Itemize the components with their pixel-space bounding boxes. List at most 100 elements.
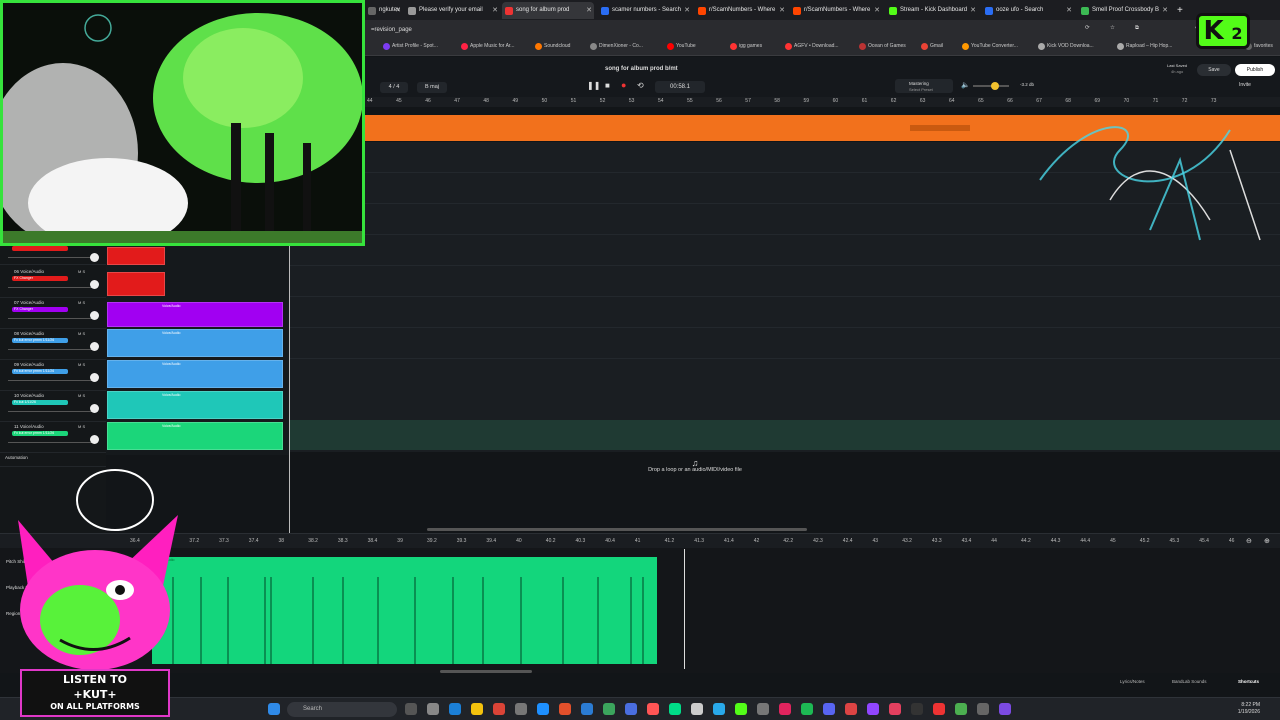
audio-clip[interactable]: Voice/Audio xyxy=(107,422,283,450)
volume-slider[interactable] xyxy=(8,287,92,288)
pan-knob[interactable] xyxy=(90,435,99,444)
mute-solo[interactable]: M S xyxy=(78,269,85,274)
tab[interactable]: ngkutev ✕ xyxy=(365,2,403,19)
pan-knob[interactable] xyxy=(90,342,99,351)
app-icon[interactable] xyxy=(581,703,593,715)
chrome-icon[interactable] xyxy=(493,703,505,715)
bookmark[interactable]: AGFV • Download... xyxy=(785,43,839,50)
app-icon[interactable] xyxy=(779,703,791,715)
audio-clip[interactable]: Voice/Audio xyxy=(107,391,283,419)
clock[interactable]: 8:22 PM 1/19/2026 xyxy=(1238,702,1260,716)
volume-slider[interactable] xyxy=(8,318,92,319)
track-fx-tag[interactable]: FX Changer xyxy=(12,307,68,312)
extensions-icon[interactable]: ⧉ xyxy=(1135,25,1139,32)
track-fx-tag[interactable]: FX Changer xyxy=(12,276,68,281)
pause-button[interactable]: ❚❚ xyxy=(587,81,600,90)
pan-knob[interactable] xyxy=(90,280,99,289)
audio-clip[interactable]: Voice/Audio xyxy=(107,329,283,357)
bookmark[interactable]: Rapload – Hip Hop... xyxy=(1117,43,1172,50)
new-tab-button[interactable]: + xyxy=(1174,2,1188,19)
project-title[interactable]: song for album prod b/mt xyxy=(605,66,678,72)
audio-clip[interactable]: Voice/Audio xyxy=(107,360,283,388)
telegram-icon[interactable] xyxy=(713,703,725,715)
pan-knob[interactable] xyxy=(90,373,99,382)
editor-scrollbar[interactable] xyxy=(440,670,532,673)
key-selector[interactable]: B maj xyxy=(417,82,447,93)
app-icon[interactable] xyxy=(889,703,901,715)
star-icon[interactable]: ☆ xyxy=(1110,25,1115,31)
bookmark[interactable]: YouTube xyxy=(667,43,696,50)
drop-zone[interactable]: ♫ Drop a loop or an audio/MIDI/video fil… xyxy=(290,452,1280,532)
bandlab-sounds-button[interactable]: BandLab Sounds xyxy=(1172,679,1207,684)
tab[interactable]: r/ScamNumbers - Where ✕ xyxy=(695,2,787,19)
track-lane-11[interactable] xyxy=(290,420,1280,450)
mute-solo[interactable]: M S xyxy=(78,424,85,429)
close-icon[interactable]: ✕ xyxy=(970,2,976,19)
bookmark[interactable]: Apple Music for Ar... xyxy=(461,43,514,50)
zoom-in-icon[interactable]: ⊕ xyxy=(1264,537,1270,545)
task-view-icon[interactable] xyxy=(405,703,417,715)
tab[interactable]: Stream - Kick Dashboard ✕ xyxy=(886,2,978,19)
app-icon[interactable] xyxy=(603,703,615,715)
tab[interactable]: scamer numbers - Search ✕ xyxy=(598,2,692,19)
lyrics-notes-button[interactable]: Lyrics/Notes xyxy=(1120,679,1145,684)
bookmark[interactable]: Gmail xyxy=(921,43,943,50)
editor-ruler[interactable]: 36.43737.237.337.43838.238.338.43939.239… xyxy=(0,534,1280,548)
invite-button[interactable]: Invite xyxy=(1239,82,1251,88)
files-icon[interactable] xyxy=(471,703,483,715)
track-fx-tag[interactable]: Fx kut error prmm 1/11/26 xyxy=(12,338,68,343)
track-fx-tag[interactable]: Fx kut error prmm 1/11/26 xyxy=(12,431,68,436)
master-volume-slider[interactable] xyxy=(973,82,1009,90)
app-icon[interactable] xyxy=(757,703,769,715)
app-icon[interactable] xyxy=(537,703,549,715)
pan-knob[interactable] xyxy=(90,404,99,413)
kick-icon[interactable] xyxy=(735,703,747,715)
tab[interactable]: ooze ufo - Search ✕ xyxy=(982,2,1074,19)
mute-solo[interactable]: M S xyxy=(78,331,85,336)
loop-button[interactable]: ⟲ xyxy=(637,81,644,90)
mastering-selector[interactable]: Mastering Select Preset xyxy=(895,79,953,93)
app-icon[interactable] xyxy=(647,703,659,715)
tab[interactable]: r/ScamNumbers - Where ✕ xyxy=(790,2,882,19)
shortcuts-button[interactable]: Shortcuts xyxy=(1238,679,1259,684)
record-button[interactable]: ● xyxy=(621,80,626,90)
editor-waveform[interactable]: Voice/Audio xyxy=(152,557,657,664)
slider-thumb[interactable] xyxy=(991,82,999,90)
volume-slider[interactable] xyxy=(8,349,92,350)
close-icon[interactable]: ✕ xyxy=(779,2,785,19)
discord-icon[interactable] xyxy=(823,703,835,715)
track-header-05[interactable] xyxy=(0,245,106,265)
audio-clip[interactable] xyxy=(107,247,165,265)
twitch-icon[interactable] xyxy=(867,703,879,715)
track-fx-tag[interactable]: Fx kut 1/11/26 xyxy=(12,400,68,405)
bookmark[interactable]: Kick VOD Downloa... xyxy=(1038,43,1094,50)
time-signature[interactable]: 4 / 4 xyxy=(380,82,408,93)
track-header-10[interactable]: 10 Voice/Audio Fx kut 1/11/26 M S xyxy=(0,391,106,422)
tab-active[interactable]: song for album prod ✕ xyxy=(502,2,594,19)
close-icon[interactable]: ✕ xyxy=(395,2,401,19)
track-header-07[interactable]: 07 Voice/Audio FX Changer M S xyxy=(0,298,106,329)
close-icon[interactable]: ✕ xyxy=(492,2,498,19)
bookmark[interactable]: Ocean of Games xyxy=(859,43,906,50)
track-header-06[interactable]: 06 Voice/Audio FX Changer M S xyxy=(0,267,106,298)
url-field[interactable]: =revision_page xyxy=(371,24,1091,37)
obs-icon[interactable] xyxy=(911,703,923,715)
extension-icon[interactable]: ⟳ xyxy=(1085,25,1090,31)
windows-start-icon[interactable] xyxy=(268,703,280,715)
close-icon[interactable]: ✕ xyxy=(1162,2,1168,19)
app-icon[interactable] xyxy=(669,703,681,715)
mute-solo[interactable]: M S xyxy=(78,362,85,367)
app-icon[interactable] xyxy=(977,703,989,715)
app-icon[interactable] xyxy=(559,703,571,715)
settings-icon[interactable] xyxy=(515,703,527,715)
editor-playhead[interactable] xyxy=(684,549,685,669)
bookmark[interactable]: Artist Profile - Spot... xyxy=(383,43,438,50)
pan-knob[interactable] xyxy=(90,253,99,262)
pan-knob[interactable] xyxy=(90,311,99,320)
track-fx-tag[interactable]: Fx kut error prmm 1/11/26 xyxy=(12,369,68,374)
volume-slider[interactable] xyxy=(8,411,92,412)
mute-solo[interactable]: M S xyxy=(78,393,85,398)
bookmark[interactable]: DimenXioner - Co... xyxy=(590,43,643,50)
tab[interactable]: Please verify your email ✕ xyxy=(405,2,500,19)
close-icon[interactable]: ✕ xyxy=(586,2,592,19)
